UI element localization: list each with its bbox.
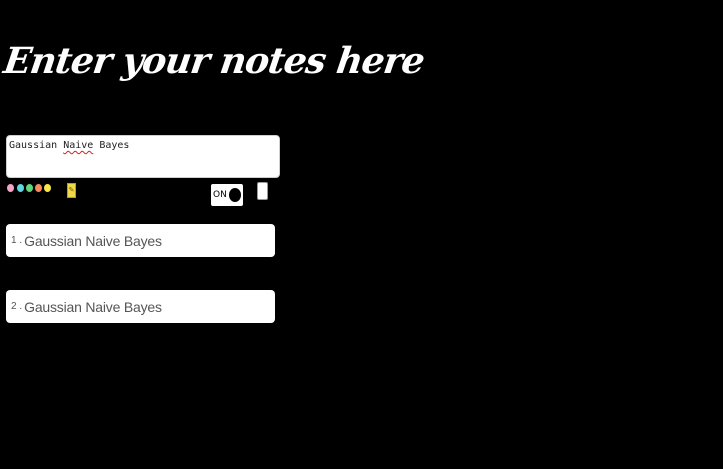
note-input-value: Gaussian Naive Bayes <box>9 140 130 151</box>
swatch-green[interactable] <box>26 184 33 192</box>
toggle-label: ON <box>213 190 227 200</box>
toggle-knob <box>229 188 241 202</box>
swatch-orange[interactable] <box>35 184 42 192</box>
square-button[interactable] <box>257 182 268 200</box>
note-input[interactable]: Gaussian Naive Bayes <box>6 135 280 178</box>
note-index: 1 . <box>11 235 23 246</box>
note-index: 2 . <box>11 301 23 312</box>
note-item[interactable]: 2 . Gaussian Naive Bayes <box>6 290 275 323</box>
note-text: Gaussian Naive Bayes <box>24 298 162 315</box>
swatch-yellow[interactable] <box>44 184 51 192</box>
swatch-pink[interactable] <box>7 184 14 192</box>
on-off-toggle[interactable]: ON <box>211 184 243 206</box>
note-text: Gaussian Naive Bayes <box>24 232 162 249</box>
swatch-cyan[interactable] <box>17 184 24 192</box>
sticky-note-icon[interactable]: ✎ <box>67 183 76 198</box>
note-item[interactable]: 1 . Gaussian Naive Bayes <box>6 224 275 257</box>
page-title: Enter your notes here <box>1 40 427 82</box>
misspelled-word: Naive <box>63 140 94 151</box>
